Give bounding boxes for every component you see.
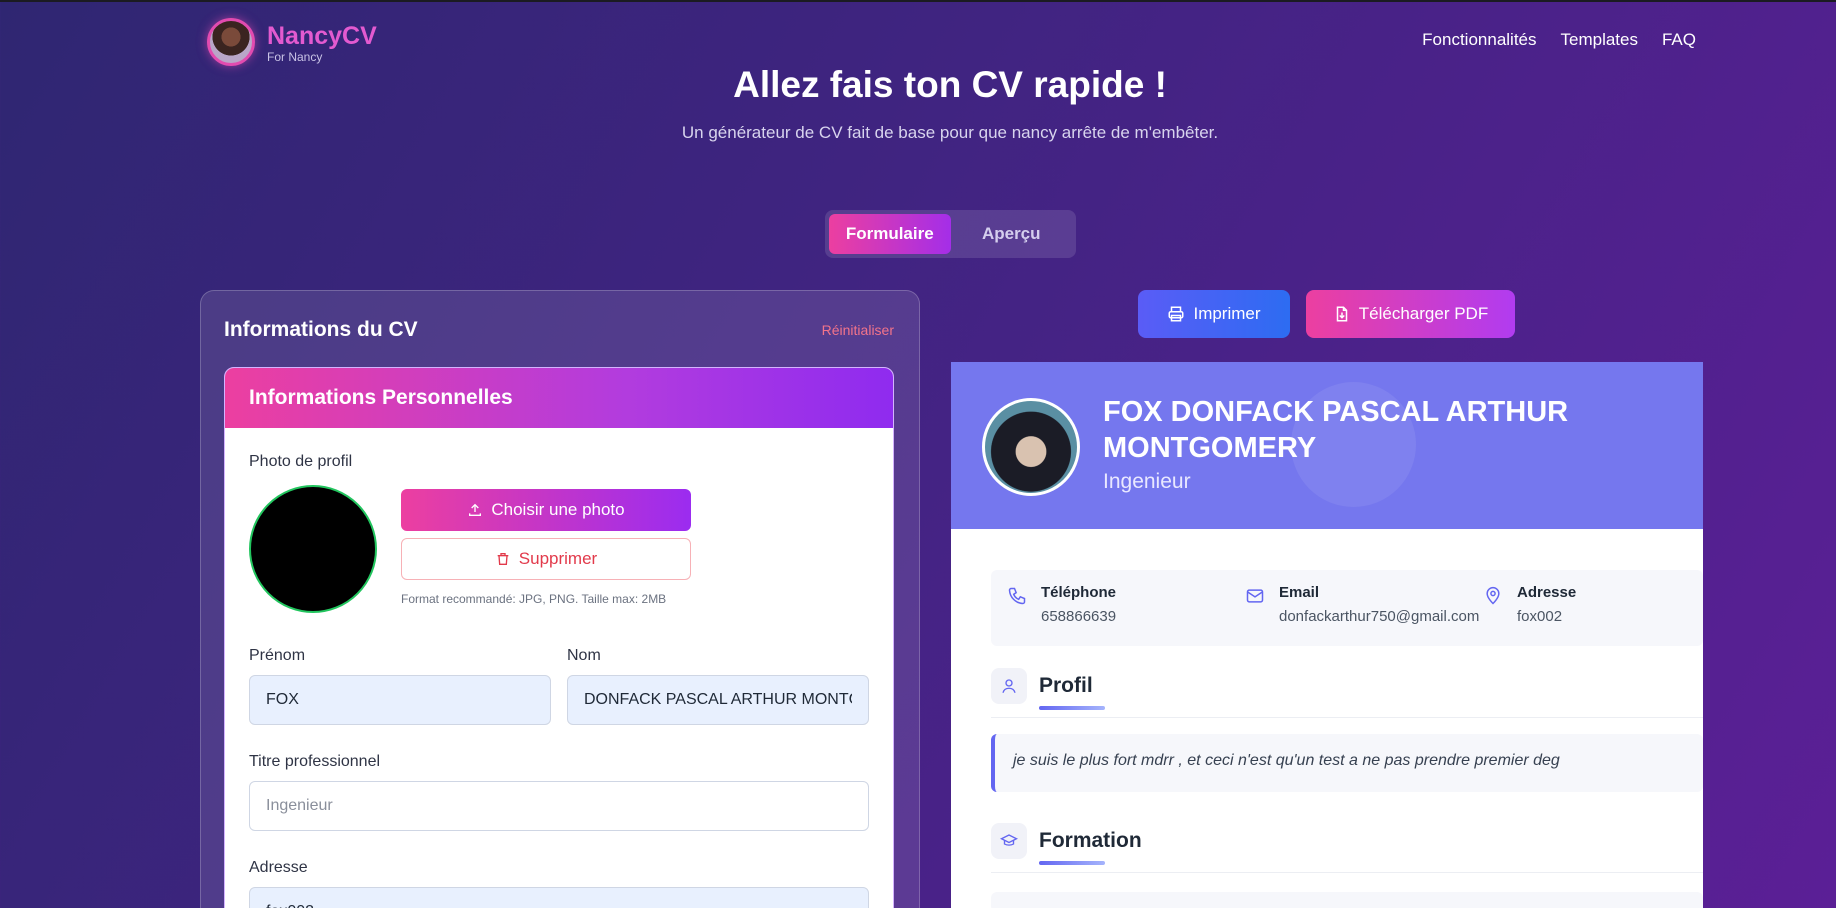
- email-value: donfackarthur750@gmail.com: [1279, 608, 1480, 625]
- upload-icon: [469, 503, 482, 516]
- hero-subtitle: Un générateur de CV fait de base pour qu…: [681, 123, 1219, 142]
- photo-hint: Format recommandé: JPG, PNG. Taille max:…: [401, 592, 667, 606]
- profile-title: Profil: [1039, 674, 1093, 697]
- education-underline: [1039, 861, 1105, 865]
- phone-value: 658866639: [1041, 608, 1117, 625]
- address-label: Adresse: [1517, 584, 1577, 601]
- reset-link[interactable]: Réinitialiser: [822, 322, 894, 338]
- printer-icon: [1168, 306, 1184, 322]
- education-entry: [991, 892, 1703, 908]
- download-pdf-button[interactable]: Télécharger PDF: [1306, 290, 1515, 338]
- titre-label: Titre professionnel: [249, 753, 381, 770]
- titre-input[interactable]: [249, 781, 869, 831]
- nav-link-templates[interactable]: Templates: [1561, 30, 1638, 50]
- prenom-input[interactable]: [249, 675, 551, 725]
- prenom-label: Prénom: [249, 647, 306, 664]
- address-value: fox002: [1517, 608, 1563, 625]
- user-icon: [991, 668, 1027, 704]
- location-icon: [1486, 586, 1500, 605]
- photo-label: Photo de profil: [249, 453, 353, 470]
- top-border: [0, 0, 1836, 2]
- adresse-input[interactable]: [249, 887, 869, 908]
- logo-avatar: [207, 18, 255, 66]
- choose-photo-label: Choisir une photo: [491, 500, 625, 519]
- education-section-header: Formation: [991, 823, 1703, 873]
- trash-icon: [497, 553, 509, 565]
- download-pdf-label: Télécharger PDF: [1358, 304, 1489, 323]
- tab-preview[interactable]: Aperçu: [951, 214, 1073, 254]
- cv-name: FOX DONFACK PASCAL ARTHUR MONTGOMERY: [1103, 396, 1569, 464]
- section-header[interactable]: Informations Personnelles: [225, 368, 893, 428]
- adresse-label: Adresse: [249, 859, 308, 876]
- tab-form[interactable]: Formulaire: [829, 214, 951, 254]
- cv-job-title: Ingenieur: [1103, 470, 1191, 493]
- education-title: Formation: [1039, 829, 1142, 852]
- profile-text: je suis le plus fort mdrr , et ceci n'es…: [991, 734, 1703, 792]
- main-nav: Fonctionnalités Templates FAQ: [1422, 30, 1696, 50]
- cv-profile-photo: [982, 398, 1080, 496]
- print-button[interactable]: Imprimer: [1138, 290, 1290, 338]
- profile-section-header: Profil: [991, 668, 1703, 718]
- contact-box: Téléphone 658866639 Email donfackarthur7…: [991, 570, 1703, 646]
- email-label: Email: [1279, 584, 1320, 601]
- brand-name: NancyCV: [267, 21, 377, 50]
- cv-preview: FOX DONFACK PASCAL ARTHUR MONTGOMERY Ing…: [951, 362, 1703, 908]
- graduation-cap-icon: [991, 823, 1027, 859]
- delete-photo-button[interactable]: Supprimer: [401, 538, 691, 580]
- mail-icon: [1246, 589, 1264, 603]
- file-download-icon: [1336, 306, 1348, 322]
- nav-link-faq[interactable]: FAQ: [1662, 30, 1696, 50]
- phone-icon: [1008, 587, 1026, 605]
- photo-preview: [249, 485, 377, 613]
- nav-link-features[interactable]: Fonctionnalités: [1422, 30, 1536, 50]
- print-label: Imprimer: [1193, 304, 1261, 323]
- hero-title: Allez fais ton CV rapide !: [733, 64, 1167, 105]
- choose-photo-button[interactable]: Choisir une photo: [401, 489, 691, 531]
- view-toggle: Formulaire Aperçu: [825, 210, 1076, 258]
- phone-label: Téléphone: [1041, 584, 1117, 601]
- profile-underline: [1039, 706, 1105, 710]
- brand-subtitle: For Nancy: [267, 49, 323, 64]
- cv-header: FOX DONFACK PASCAL ARTHUR MONTGOMERY Ing…: [951, 362, 1703, 529]
- nom-label: Nom: [567, 647, 601, 664]
- logo[interactable]: NancyCV For Nancy: [207, 18, 377, 66]
- personal-info-section: Informations Personnelles Photo de profi…: [224, 367, 894, 908]
- delete-photo-label: Supprimer: [518, 549, 598, 568]
- brand: NancyCV For Nancy: [267, 21, 377, 64]
- form-card-title: Informations du CV: [224, 318, 418, 341]
- nom-input[interactable]: [567, 675, 869, 725]
